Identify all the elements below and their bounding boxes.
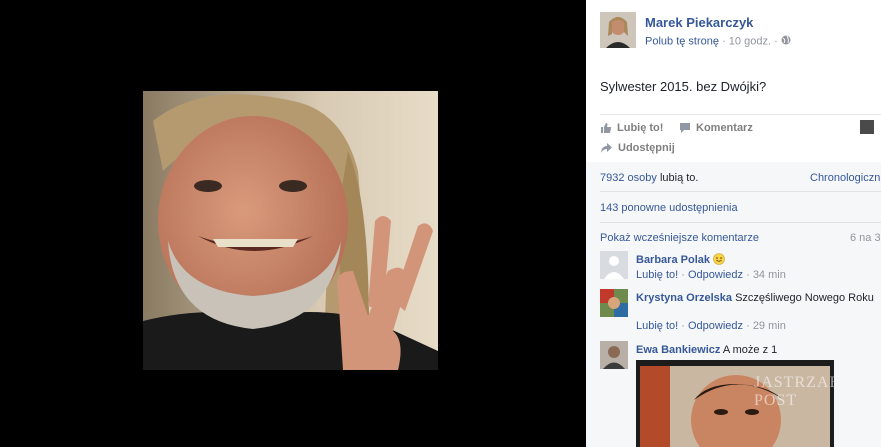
comment-time[interactable]: 34 min [753, 269, 786, 281]
show-earlier-comments[interactable]: Pokaż wcześniejsze komentarze [600, 232, 759, 244]
comment-item: Krystyna Orzelska Szczęśliwego Nowego Ro… [600, 289, 881, 335]
post-text: Sylwester 2015. bez Dwójki? [600, 79, 767, 94]
comment-text: Szczęśliwego Nowego Roku [735, 292, 874, 304]
likes-count-link[interactable]: 7932 osoby [600, 172, 657, 184]
comment-text: A może z 1 [722, 344, 778, 356]
meta-separator: · [722, 35, 726, 48]
comment-body: Barbara Polak [636, 253, 877, 269]
comment-button[interactable]: Komentarz [679, 122, 753, 134]
divider [600, 222, 881, 223]
author-avatar[interactable] [600, 12, 636, 48]
globe-icon [781, 35, 791, 48]
comment-like-link[interactable]: Lubię to! [636, 269, 678, 281]
comment-icon [679, 122, 691, 134]
commenter-name[interactable]: Ewa Bankiewicz [636, 344, 720, 356]
reaction-thumbnail[interactable] [860, 120, 874, 134]
share-icon [600, 142, 613, 154]
commenter-avatar[interactable] [600, 341, 628, 369]
post-meta: Polub tę stronę · 10 godz. · [645, 35, 791, 48]
comment-body: Ewa Bankiewicz A może z 1 [636, 343, 877, 357]
like-label: Lubię to! [617, 122, 664, 134]
likes-suffix: lubią to. [659, 172, 699, 184]
smile-emoji-icon [713, 253, 725, 269]
comment-body: Krystyna Orzelska Szczęśliwego Nowego Ro… [636, 291, 877, 305]
post-photo[interactable] [143, 91, 438, 370]
comment-actions: Lubię to! · Odpowiedz · 34 min [636, 269, 786, 281]
comment-reply-link[interactable]: Odpowiedz [688, 320, 743, 332]
like-button[interactable]: Lubię to! [600, 122, 663, 134]
comment-label: Komentarz [696, 122, 753, 134]
share-label: Udostępnij [618, 142, 675, 154]
comments-count: 6 na 3 [850, 232, 881, 244]
post-sidebar: Marek Piekarczyk Polub tę stronę · 10 go… [586, 0, 881, 447]
commenter-avatar[interactable] [600, 251, 628, 279]
sort-dropdown[interactable]: Chronologiczni [810, 172, 881, 184]
comment-reply-link[interactable]: Odpowiedz [688, 269, 743, 281]
like-page-link[interactable]: Polub tę stronę [645, 35, 719, 47]
commenter-avatar[interactable] [600, 289, 628, 317]
share-button[interactable]: Udostępnij [600, 142, 675, 154]
comment-like-link[interactable]: Lubię to! [636, 320, 678, 332]
divider [600, 114, 881, 115]
commenter-name[interactable]: Barbara Polak [636, 254, 710, 266]
thumbs-up-icon [600, 122, 612, 134]
comment-actions: Lubię to! · Odpowiedz · 29 min [636, 320, 786, 332]
author-name[interactable]: Marek Piekarczyk [645, 15, 753, 30]
commenter-name[interactable]: Krystyna Orzelska [636, 292, 732, 304]
meta-separator-2: · [774, 35, 778, 48]
post-time[interactable]: 10 godz. [729, 35, 771, 47]
watermark: JASTRZAB POST [754, 374, 834, 409]
comment-time[interactable]: 29 min [753, 320, 786, 332]
photo-viewer [0, 0, 586, 447]
shares-link[interactable]: 143 ponowne udostępnienia [600, 202, 738, 214]
comment-attached-image[interactable]: JASTRZAB POST [636, 360, 834, 447]
divider [600, 191, 881, 192]
likes-summary: 7932 osoby lubią to. [600, 172, 698, 184]
comment-item: Barbara Polak Lubię to! · Odpowiedz · 34… [600, 251, 881, 285]
